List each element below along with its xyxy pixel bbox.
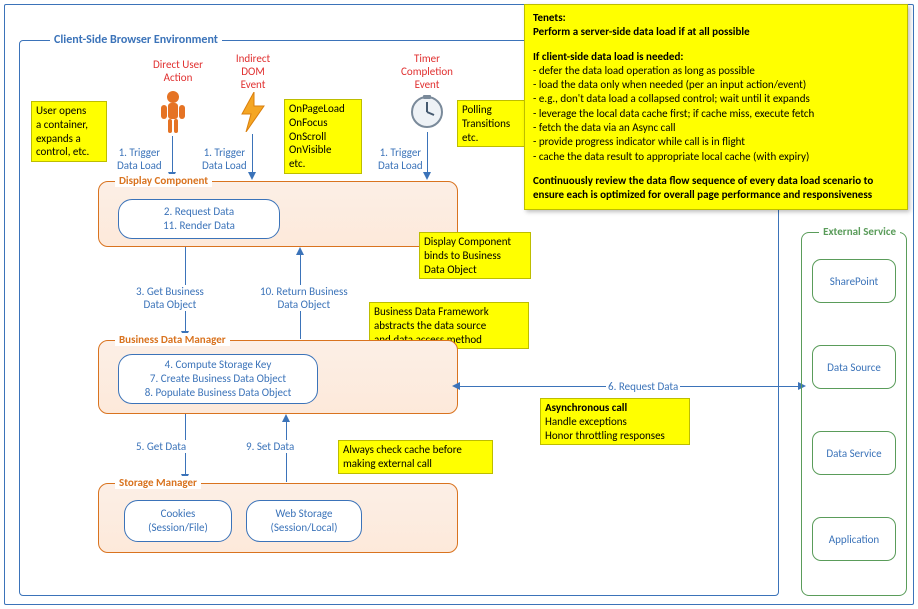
tenets-heading: Tenets:	[533, 11, 899, 25]
bdm-item-2: 7. Create Business Data Object	[150, 372, 286, 386]
ext-application: Application	[812, 517, 896, 561]
person-icon	[158, 90, 188, 134]
trigger-indirect-dom-event: IndirectDOMEvent	[225, 52, 281, 92]
bdm-pill: 4. Compute Storage Key 7. Create Busines…	[118, 354, 318, 404]
flow-get-data: 5. Get Data	[134, 440, 188, 453]
tenets-b3: - e.g., don't data load a collapsed cont…	[533, 92, 899, 106]
client-env-title: Client-Side Browser Environment	[50, 33, 222, 47]
storage-title: Storage Manager	[115, 476, 201, 489]
display-item-2: 11. Render Data	[163, 219, 235, 233]
storage-cookies-pill: Cookies(Session/File)	[124, 500, 232, 542]
tenets-note: Tenets: Perform a server-side data load …	[524, 4, 908, 210]
note-user-opens: User opensa container,expands acontrol, …	[31, 101, 107, 162]
display-component-pill: 2. Request Data 11. Render Data	[118, 199, 280, 239]
flow-trigger-1b: 1. TriggerData Load	[200, 146, 249, 172]
note-check-cache: Always check cache beforemaking external…	[338, 440, 493, 474]
note-async-heading: Asynchronous call	[545, 401, 627, 414]
bdm-item-3: 8. Populate Business Data Object	[145, 386, 292, 400]
trigger-timer-event: TimerCompletionEvent	[390, 52, 464, 92]
note-async-call: Asynchronous call Handle exceptions Hono…	[540, 398, 690, 445]
tenets-b4: - leverage the local data cache first; i…	[533, 107, 899, 121]
tenets-b5: - fetch the data via an Async call	[533, 121, 899, 135]
flow-get-bdo: 3. Get BusinessData Object	[134, 285, 206, 311]
tenets-b1: - defer the data load operation as long …	[533, 64, 899, 78]
external-service-title: External Service	[819, 225, 900, 238]
note-async-l3: Honor throttling responses	[545, 429, 665, 442]
flow-return-bdo: 10. Return BusinessData Object	[258, 285, 350, 311]
tenets-line3: Continuously review the data flow sequen…	[533, 174, 899, 203]
ext-data-service: Data Service	[812, 431, 896, 475]
note-async-l2: Handle exceptions	[545, 415, 627, 428]
bdm-title: Business Data Manager	[115, 333, 230, 346]
note-dom-events: OnPageLoadOnFocusOnScrollOnVisibleetc.	[284, 99, 362, 174]
ext-data-source: Data Source	[812, 345, 896, 389]
tenets-line2: If client-side data load is needed:	[533, 50, 899, 64]
storage-webstorage-pill: Web Storage(Session/Local)	[246, 500, 362, 542]
tenets-b2: - load the data only when needed (per an…	[533, 78, 899, 92]
clock-icon	[410, 95, 444, 129]
external-service-box: SharePoint Data Source Data Service Appl…	[801, 232, 907, 596]
display-component-title: Display Component	[115, 174, 212, 187]
lightning-icon	[240, 92, 266, 132]
flow-trigger-1c: 1. TriggerData Load	[376, 146, 425, 172]
trigger-direct-user-action: Direct UserAction	[143, 58, 213, 84]
note-polling: PollingTransitionsetc.	[457, 100, 527, 147]
flow-set-data: 9. Set Data	[244, 440, 296, 453]
note-display-binds: Display Componentbinds to BusinessData O…	[419, 232, 531, 279]
flow-trigger-1a: 1. TriggerData Load	[115, 146, 164, 172]
bdm-item-1: 4. Compute Storage Key	[165, 358, 272, 372]
display-item-1: 2. Request Data	[164, 205, 234, 219]
flow-request-data: 6. Request Data	[606, 380, 680, 393]
tenets-b7: - cache the data result to appropriate l…	[533, 150, 899, 164]
ext-sharepoint: SharePoint	[812, 259, 896, 303]
tenets-b6: - provide progress indicator while call …	[533, 135, 899, 149]
tenets-line1: Perform a server-side data load if at al…	[533, 25, 899, 39]
